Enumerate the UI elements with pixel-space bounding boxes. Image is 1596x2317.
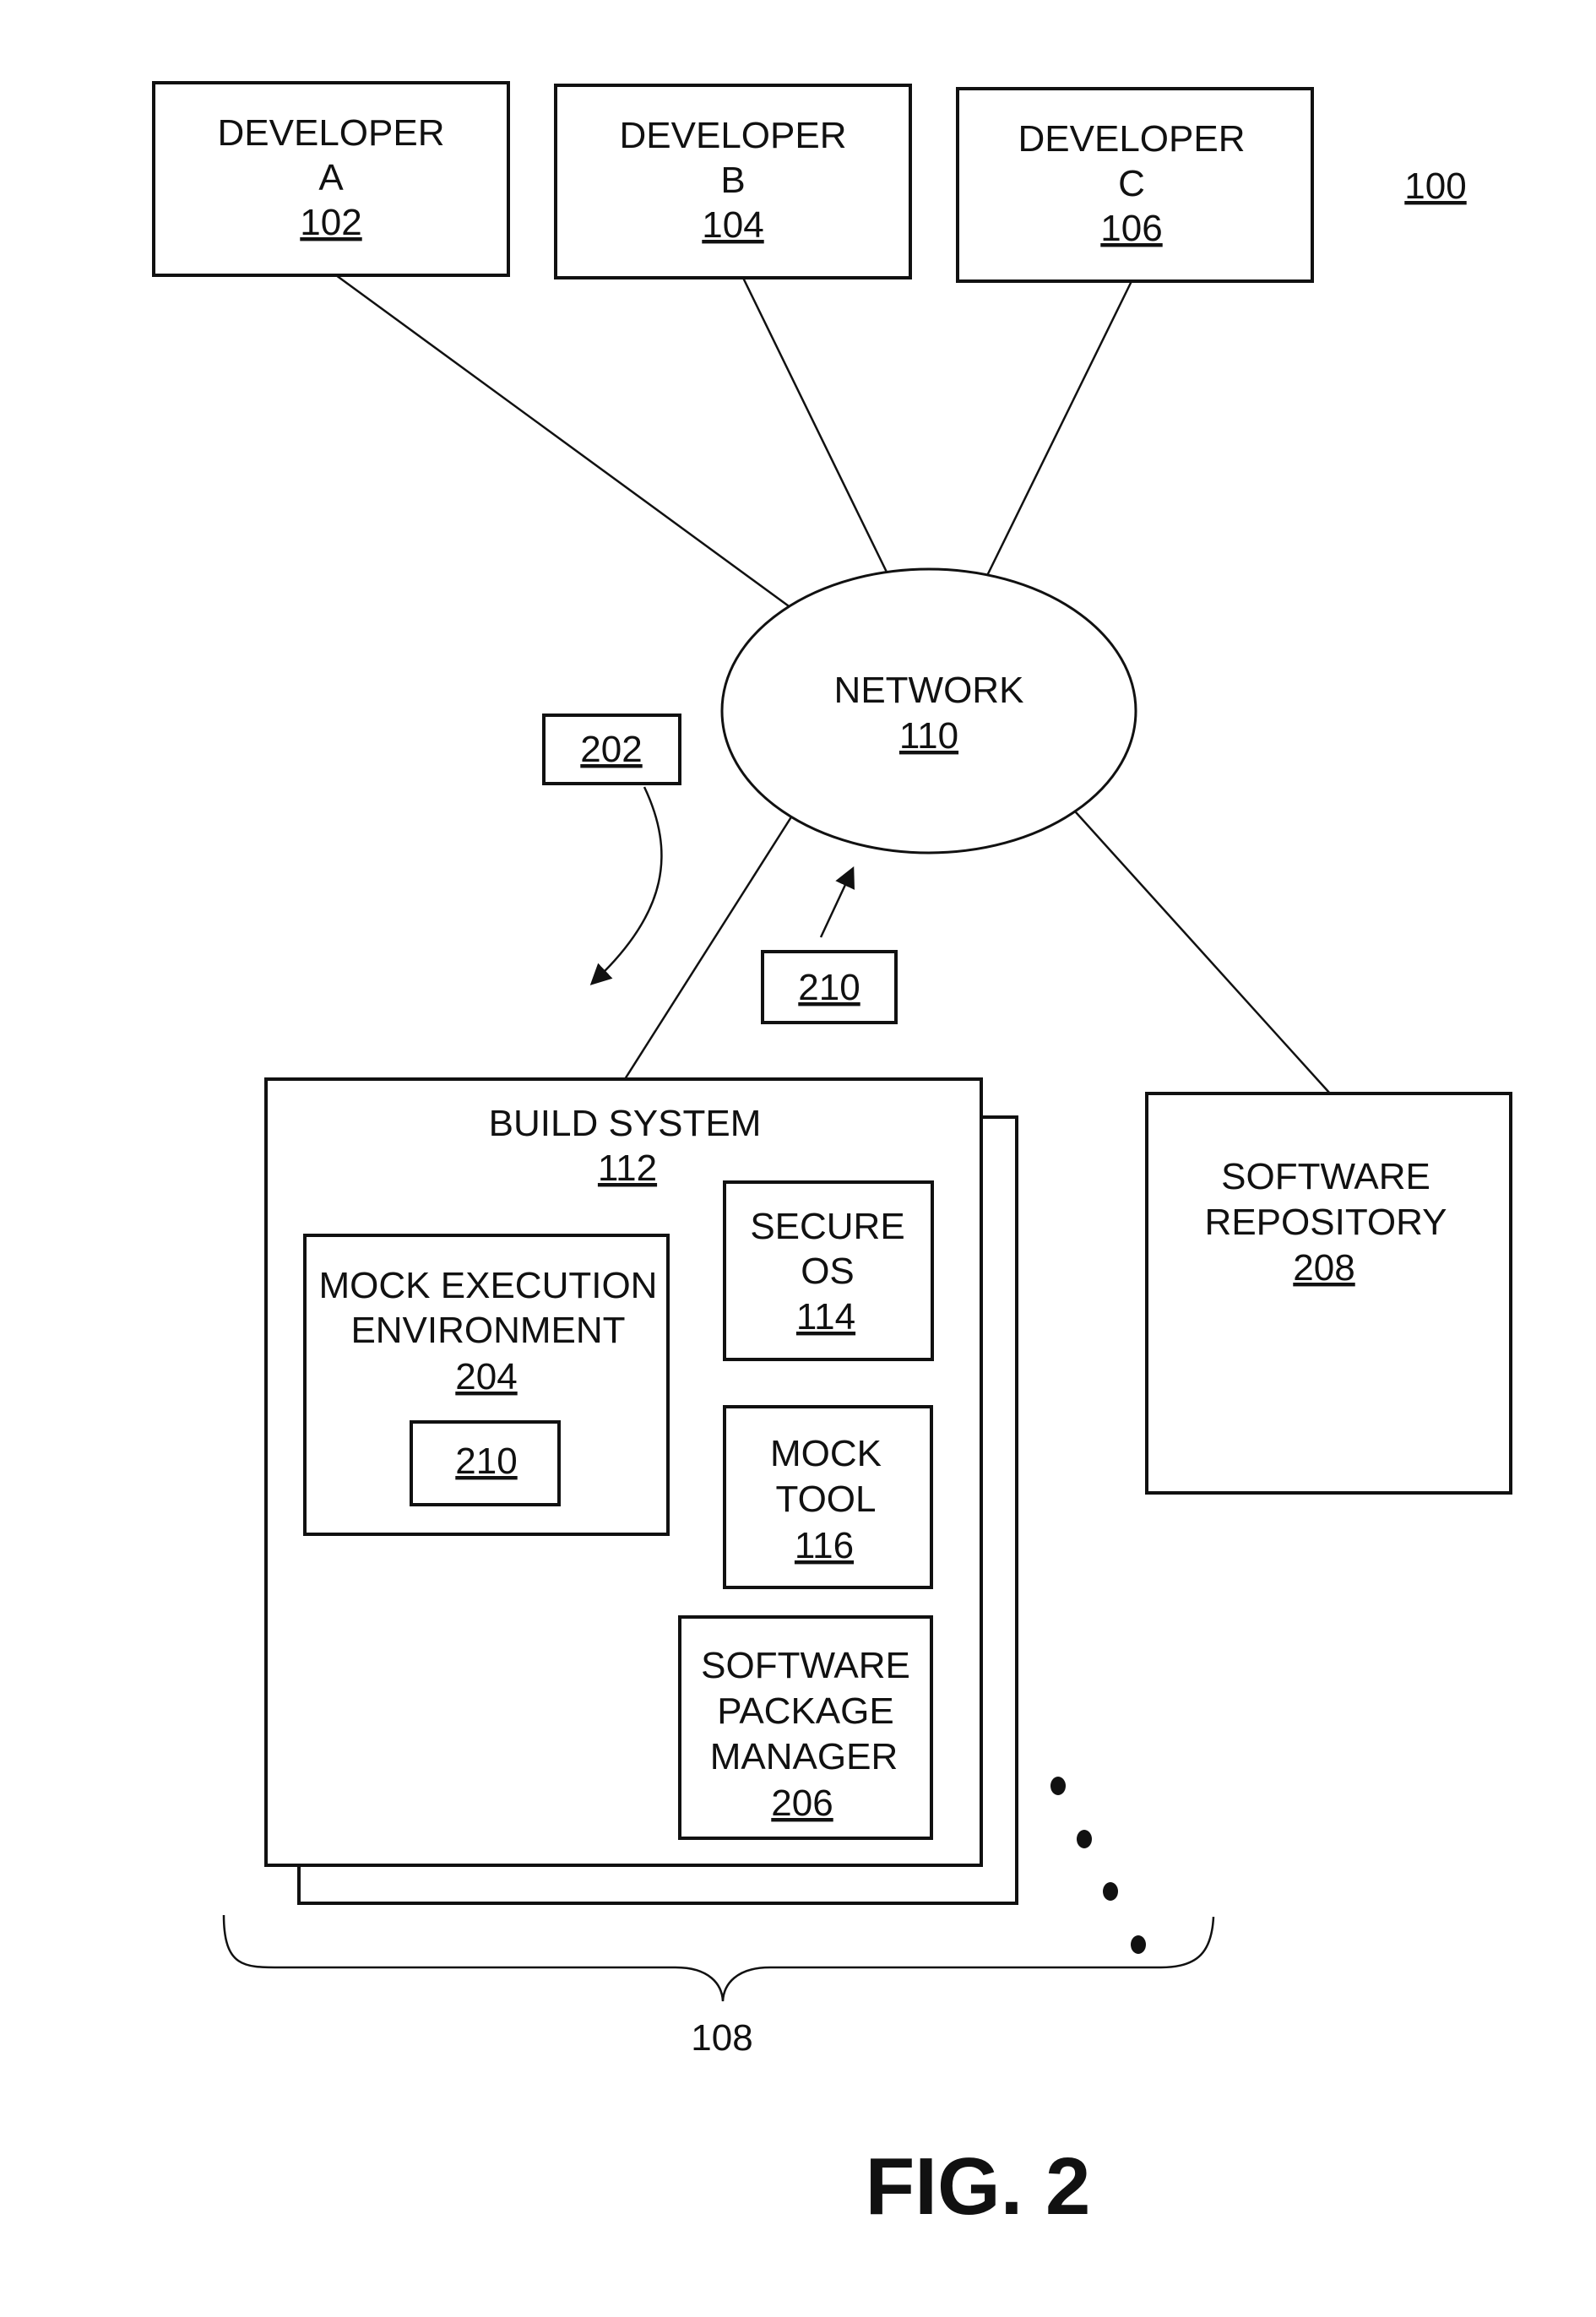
link-network-build-system [623,806,800,1080]
developer-b-box: DEVELOPER B 104 [554,84,912,279]
software-repository-ref: 208 [1293,1247,1354,1289]
developer-b-name: B [720,160,745,201]
link-developer-c-network [978,280,1133,592]
developer-a-box: DEVELOPER A 102 [152,81,510,277]
system-diagram: DEVELOPER A 102 DEVELOPER B 104 DEVELOPE… [152,81,1512,2232]
software-repository-line2: REPOSITORY [1205,1202,1447,1243]
mock-execution-environment-line1: MOCK EXECUTION [319,1265,658,1306]
secure-os-ref: 114 [796,1296,855,1338]
software-package-manager-ref: 206 [771,1783,833,1824]
network-ref: 110 [899,715,958,757]
mock-tool-line2: TOOL [775,1479,876,1520]
mock-execution-environment-line2: ENVIRONMENT [350,1310,625,1351]
link-developer-b-network [741,277,897,590]
developer-c-label: DEVELOPER [1018,118,1246,160]
mock-tool-box: MOCK TOOL 116 [723,1405,933,1589]
software-package-manager-line2: PACKAGE [717,1690,893,1732]
developer-a-ref: 102 [300,202,361,243]
build-system-ref: 112 [598,1148,657,1189]
secure-os-line2: OS [801,1251,855,1292]
mock-execution-inner-210-box: 210 [410,1420,561,1506]
developer-b-ref: 104 [702,204,763,246]
mock-tool-line1: MOCK [770,1433,882,1474]
box-210-label: 210 [798,967,860,1008]
software-package-manager-box: SOFTWARE PACKAGE MANAGER 206 [678,1615,933,1840]
figure-caption: FIG. 2 [866,2141,1091,2232]
developer-c-ref: 106 [1100,208,1162,249]
software-package-manager-line3: MANAGER [710,1736,898,1777]
build-systems-group-brace [222,1914,1215,2002]
developer-b-label: DEVELOPER [620,115,847,156]
box-202: 202 [542,714,681,785]
mock-tool-ref: 116 [795,1525,854,1566]
mock-execution-inner-210-label: 210 [455,1441,517,1482]
network-node: NETWORK 110 [720,567,1137,855]
box-202-label: 202 [580,729,642,770]
developer-c-box: DEVELOPER C 106 [956,87,1314,283]
box-210: 210 [761,950,898,1024]
secure-os-line1: SECURE [750,1206,904,1247]
build-system-box: BUILD SYSTEM 112 MOCK EXECUTION ENVIRONM… [264,1077,983,1867]
software-repository-line1: SOFTWARE [1221,1156,1430,1197]
developer-a-name: A [318,157,344,198]
link-developer-a-network [335,274,805,619]
figure-reference: 100 [1404,166,1466,207]
mock-execution-environment-ref: 204 [455,1356,517,1397]
link-network-software-repository [1067,803,1331,1094]
arrow-210-to-network [819,865,855,938]
more-build-systems-ellipsis [1050,1777,1146,1954]
mock-execution-environment-box: MOCK EXECUTION ENVIRONMENT 204 210 [303,1234,670,1536]
arrow-202-to-build-system [589,786,663,985]
build-systems-group-ref: 108 [691,2017,752,2059]
software-package-manager-line1: SOFTWARE [701,1645,910,1686]
network-label: NETWORK [834,670,1024,711]
build-system-label: BUILD SYSTEM [489,1103,762,1144]
software-repository-box: SOFTWARE REPOSITORY 208 [1145,1092,1512,1495]
secure-os-box: SECURE OS 114 [723,1180,934,1361]
developer-c-name: C [1118,163,1145,204]
developer-a-label: DEVELOPER [218,112,445,154]
